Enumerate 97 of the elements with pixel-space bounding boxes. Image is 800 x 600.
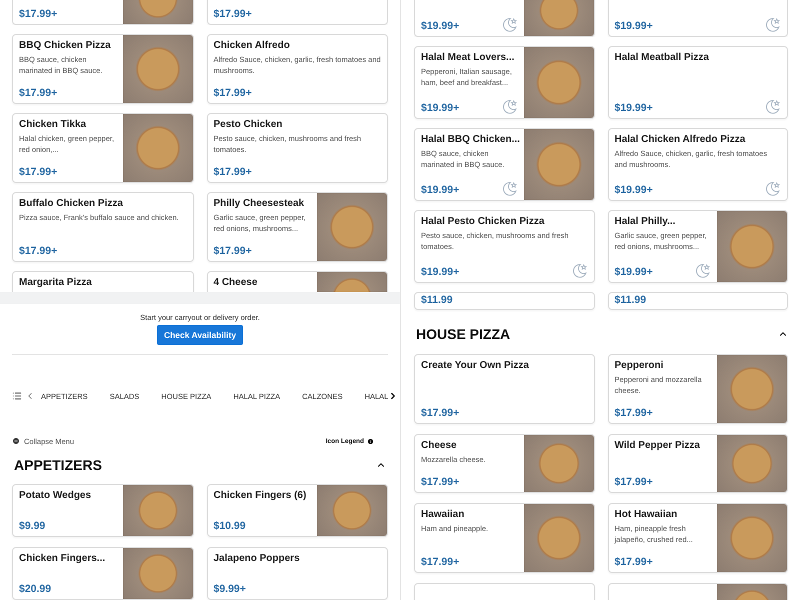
item-name: Margarita Pizza: [19, 276, 93, 290]
item-price: $17.99+: [614, 555, 653, 569]
item-price: $11.99: [614, 293, 646, 307]
menu-item-card[interactable]: Margarita Pizza: [12, 271, 194, 292]
item-price: $17.99+: [614, 475, 653, 489]
photo-placeholder: [122, 548, 192, 599]
item-name: Wild Pepper Pizza: [614, 439, 701, 453]
photo-placeholder: [717, 504, 787, 572]
menu-item-card[interactable]: 4 Cheese: [206, 271, 388, 292]
item-price: $17.99+: [19, 7, 58, 21]
item-name: Create Your Own Pizza: [421, 359, 530, 373]
menu-item-card[interactable]: $17.99+: [12, 0, 194, 25]
item-price: $17.99+: [214, 86, 252, 100]
collapse-icon: [12, 437, 20, 446]
item-price: $19.99+: [614, 265, 653, 279]
item-price: $17.99+: [421, 555, 460, 569]
item-price: $19.99+: [421, 265, 460, 279]
item-name: Chicken Alfredo: [214, 39, 291, 53]
menu-item-card[interactable]: Create Your Own Pizza $17.99+: [414, 354, 594, 424]
item-name: Halal Meatball Pizza: [614, 51, 710, 65]
menu-item-card[interactable]: $17.99+: [206, 0, 388, 25]
photo-placeholder: [717, 355, 787, 423]
crescent-moon-icon: [764, 16, 781, 33]
item-name: BBQ Chicken Pizza: [19, 39, 112, 53]
item-price: $19.99+: [421, 183, 460, 197]
section-heading: HOUSE PIZZA: [416, 325, 510, 344]
menu-item-card[interactable]: Wild Pepper Pizza $17.99+: [608, 434, 788, 493]
item-name: Halal Philly...: [614, 215, 676, 229]
crescent-moon-icon: [764, 98, 781, 115]
crescent-moon-icon: [500, 180, 518, 197]
item-price: $19.99+: [421, 19, 460, 33]
item-price: $17.99+: [614, 406, 653, 420]
photo-placeholder: [524, 47, 594, 118]
item-price: $19.99+: [421, 101, 460, 115]
menu-item-card[interactable]: $11.99: [608, 292, 788, 310]
photo-placeholder: [122, 35, 192, 103]
item-price: $19.99+: [614, 183, 653, 197]
item-name: Cheese: [421, 439, 458, 453]
item-name: 4 Cheese: [214, 276, 258, 290]
item-price: $17.99+: [214, 7, 252, 21]
item-name: Hot Hawaiian: [614, 508, 678, 522]
section-heading: APPETIZERS: [14, 456, 102, 475]
photo-placeholder: [524, 504, 594, 572]
photo-placeholder: [317, 484, 387, 536]
item-price: $17.99+: [19, 165, 58, 179]
list-icon[interactable]: [12, 391, 22, 402]
menu-item-card[interactable]: $11.99: [414, 292, 594, 310]
crescent-moon-icon: [500, 98, 518, 115]
menu-item-card[interactable]: Chicken Fingers (6) $10.99: [206, 484, 388, 537]
item-name: Halal Chicken Alfredo Pizza: [614, 133, 746, 147]
menu-item-card[interactable]: Chicken Fingers... $20.99: [12, 546, 194, 600]
item-name: Halal Meat Lovers...: [421, 51, 516, 65]
item-price: $9.99: [19, 518, 46, 533]
crescent-moon-icon: [570, 262, 588, 279]
crescent-moon-icon: [500, 16, 518, 33]
photo-placeholder: [717, 435, 787, 492]
menu-item-card[interactable]: Jalapeno Poppers $9.99+: [206, 546, 388, 600]
item-name: Jalapeno Poppers: [214, 552, 301, 566]
item-price: $11.99: [421, 293, 453, 307]
item-name: Potato Wedges: [19, 488, 92, 503]
item-name: Halal BBQ Chicken...: [421, 133, 518, 147]
item-price: $20.99: [19, 582, 52, 596]
check-availability-button[interactable]: Check Availability: [156, 325, 244, 346]
item-name: Philly Cheesesteak: [214, 197, 306, 211]
menu-item-card[interactable]: $19.99+: [414, 0, 594, 37]
item-name: Chicken Tikka: [19, 118, 88, 132]
item-price: $17.99+: [19, 86, 58, 100]
chevron-right-icon[interactable]: [388, 391, 398, 402]
info-icon: [367, 438, 374, 445]
photo-placeholder: [524, 129, 594, 200]
photo-placeholder: [317, 193, 387, 261]
photo-placeholder: [524, 435, 594, 492]
item-price: $17.99+: [214, 165, 252, 179]
item-price: $9.99+: [214, 582, 246, 596]
item-name: Chicken Fingers...: [19, 552, 106, 566]
crescent-moon-icon: [764, 180, 781, 197]
menu-item-card[interactable]: Potato Wedges $9.99: [12, 484, 194, 537]
item-price: $17.99+: [214, 244, 252, 258]
crescent-moon-icon: [694, 262, 711, 279]
item-name: Pesto Chicken: [214, 118, 284, 132]
menu-item-card[interactable]: $19.99+: [608, 0, 788, 37]
photo-placeholder: [524, 0, 594, 36]
item-name: Buffalo Chicken Pizza: [19, 197, 124, 211]
item-name: Pepperoni: [614, 359, 664, 373]
item-price: $19.99+: [614, 101, 653, 115]
photo-placeholder: [717, 211, 787, 282]
item-price: $17.99+: [421, 406, 460, 420]
item-name: Chicken Fingers (6): [214, 488, 308, 503]
item-name: Hawaiian: [421, 508, 466, 522]
item-name: Halal Pesto Chicken Pizza: [421, 215, 546, 229]
item-price: $19.99+: [614, 19, 653, 33]
menu-item-card[interactable]: Halal Meatball Pizza $19.99+: [608, 46, 788, 119]
photo-placeholder: [122, 114, 192, 182]
item-price: $17.99+: [19, 244, 58, 258]
item-price: $10.99: [214, 518, 246, 533]
photo-placeholder: [122, 484, 192, 536]
item-price: $17.99+: [421, 475, 460, 489]
